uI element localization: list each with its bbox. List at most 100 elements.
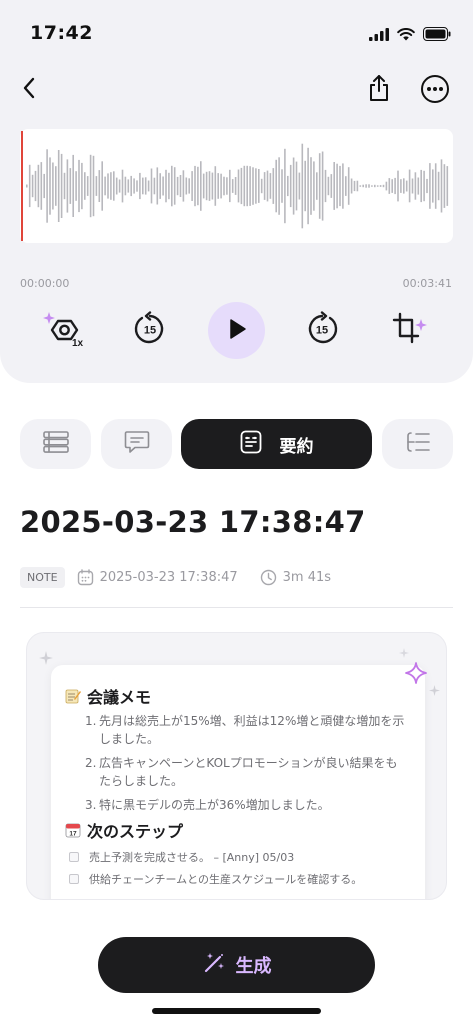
- recording-title: 2025-03-23 17:38:47: [20, 505, 366, 539]
- battery-icon: [423, 26, 451, 45]
- waveform-bar: [350, 178, 353, 194]
- status-time: 17:42: [30, 22, 93, 44]
- waveform-bar: [408, 169, 411, 203]
- total-time: 00:03:41: [402, 277, 452, 290]
- waveform[interactable]: [20, 129, 453, 243]
- waveform-bar: [66, 159, 69, 213]
- waveform-bar: [278, 157, 280, 215]
- task-checkbox[interactable]: [69, 852, 79, 862]
- waveform-bar: [159, 173, 161, 199]
- waveform-bar: [336, 163, 338, 209]
- waveform-bar: [307, 147, 309, 225]
- waveform-bar: [214, 166, 217, 206]
- waveform-bar: [301, 143, 304, 229]
- tab-transcript-list[interactable]: [20, 419, 91, 469]
- list-number: 3.: [85, 798, 97, 812]
- recording-duration: 3m 41s: [282, 569, 332, 585]
- waveform-bar: [347, 167, 350, 205]
- waveform-bar: [136, 180, 138, 192]
- waveform-bar: [362, 184, 364, 188]
- status-bar: 17:42: [0, 0, 473, 62]
- waveform-bar: [144, 177, 147, 195]
- waveform-bar: [443, 164, 446, 208]
- generate-button[interactable]: 生成: [98, 937, 375, 993]
- tab-summary[interactable]: 要約: [181, 419, 372, 469]
- generate-label: 生成: [235, 956, 272, 977]
- clock-icon: [260, 569, 277, 586]
- waveform-bar: [269, 173, 272, 199]
- list-number: 1.: [85, 714, 97, 728]
- waveform-bar: [78, 159, 80, 213]
- waveform-bar: [240, 167, 243, 205]
- play-button[interactable]: [208, 302, 265, 359]
- waveform-bar: [374, 184, 376, 188]
- waveform-bar: [28, 164, 31, 208]
- waveform-bar: [69, 168, 72, 204]
- waveform-bar: [162, 176, 164, 196]
- waveform-bar: [292, 157, 295, 215]
- playback-speed-button[interactable]: 1x: [40, 310, 88, 350]
- svg-text:17: 17: [69, 831, 77, 838]
- summary-paper: 会議メモ 1. 先月は総売上が15%増、利益は12%増と頑健な増加を示しました。…: [51, 665, 425, 899]
- calendar-emoji-icon: 17: [65, 822, 81, 838]
- playhead[interactable]: [21, 131, 23, 241]
- waveform-bar: [205, 171, 208, 201]
- waveform-bar: [368, 184, 370, 188]
- waveform-bar: [72, 154, 74, 217]
- waveform-bar: [333, 162, 335, 210]
- task-text: 売上予測を完成させる。 – [Anny] 05/03: [89, 851, 295, 864]
- magic-wand-icon: [202, 951, 226, 979]
- waveform-bar: [63, 172, 66, 200]
- waveform-bar: [52, 162, 54, 210]
- waveform-bar: [197, 166, 199, 206]
- task-checkbox[interactable]: [69, 874, 79, 884]
- waveform-bar: [318, 153, 321, 219]
- waveform-bar: [289, 164, 292, 208]
- waveform-bar: [397, 170, 399, 202]
- memo-icon: [65, 688, 81, 704]
- waveform-bar: [284, 148, 286, 224]
- waveform-bar: [55, 166, 57, 206]
- waveform-bar: [60, 153, 63, 218]
- waveform-bar: [249, 166, 251, 206]
- task-text: 供給チェーンチームとの生産スケジュールを確認する。: [89, 873, 363, 886]
- waveform-bar: [211, 172, 214, 200]
- waveform-bar: [229, 169, 231, 203]
- status-icons: [369, 26, 451, 45]
- list-item: 2. 広告キャンペーンとKOLプロモーションが良い結果をもたらしました。: [85, 754, 405, 790]
- waveform-bar: [89, 154, 92, 218]
- more-button[interactable]: [419, 75, 451, 107]
- waveform-bar: [391, 179, 393, 193]
- waveform-bar: [182, 170, 185, 202]
- calendar-icon: [77, 568, 94, 586]
- waveform-bar: [281, 169, 283, 203]
- signal-icon: [369, 26, 389, 45]
- waveform-bar: [316, 172, 318, 200]
- waveform-bar: [432, 169, 434, 203]
- waveform-bar: [437, 171, 440, 201]
- back-button[interactable]: [14, 74, 44, 106]
- list-number: 2.: [85, 756, 97, 770]
- trim-button[interactable]: [390, 311, 430, 351]
- share-button[interactable]: [364, 74, 394, 106]
- waveform-bar: [411, 178, 414, 194]
- tab-outline[interactable]: [382, 419, 453, 469]
- waveform-bar: [275, 159, 277, 213]
- forward-15-button[interactable]: 15: [302, 311, 342, 351]
- waveform-bar: [127, 179, 130, 193]
- wifi-icon: [397, 26, 415, 45]
- waveform-bar: [258, 169, 260, 203]
- waveform-bar: [115, 177, 118, 195]
- waveform-bar: [113, 171, 115, 201]
- tab-chat[interactable]: [101, 419, 172, 469]
- waveform-bar: [75, 171, 77, 201]
- share-icon: [367, 74, 391, 106]
- waveform-bar: [403, 178, 405, 194]
- list-text: 特に黒モデルの売上が36%増加しました。: [99, 798, 330, 812]
- waveform-bar: [37, 164, 40, 208]
- note-badge: NOTE: [20, 566, 65, 588]
- rewind-15-button[interactable]: 15: [130, 311, 170, 351]
- waveform-bar: [255, 168, 257, 204]
- waveform-bar: [429, 163, 431, 209]
- waveform-bar: [298, 172, 301, 200]
